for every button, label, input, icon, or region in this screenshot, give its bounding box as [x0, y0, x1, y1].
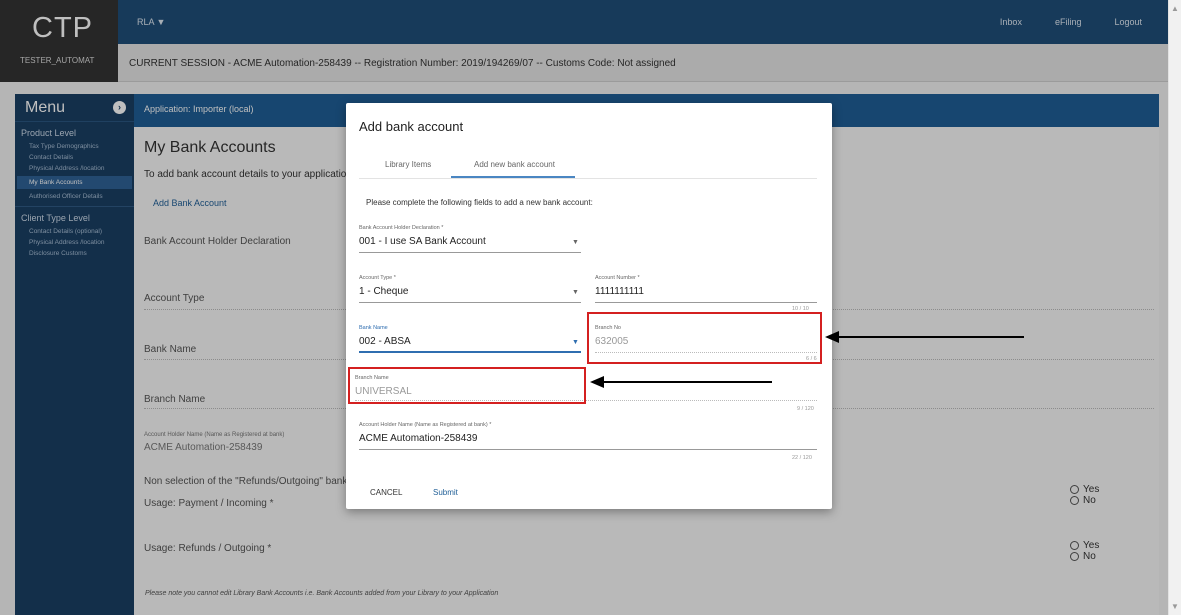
chevron-down-icon[interactable]: ▼ [572, 289, 579, 296]
branch-name-counter: 9 / 120 [797, 406, 814, 412]
arrow-left-icon [590, 376, 604, 388]
holder-declaration-select[interactable]: 001 - I use SA Bank Account [359, 236, 486, 247]
tab-library-items[interactable]: Library Items [385, 160, 431, 169]
holder-name-field-label: Account Holder Name (Name as Registered … [359, 422, 492, 428]
arrow-shaft [603, 381, 772, 383]
account-number-field-label: Account Number * [595, 275, 640, 281]
field-underline [359, 302, 581, 303]
field-underline [359, 252, 581, 253]
tab-add-new-bank-account[interactable]: Add new bank account [474, 160, 555, 169]
active-tab-indicator [451, 176, 575, 178]
holder-declaration-field-label: Bank Account Holder Declaration * [359, 225, 444, 231]
chevron-down-icon[interactable]: ▼ [572, 339, 579, 346]
account-number-input[interactable]: 1111111111 [595, 286, 644, 297]
holder-name-input[interactable]: ACME Automation-258439 [359, 433, 477, 444]
scroll-down-icon[interactable]: ▼ [1171, 602, 1179, 611]
field-underline [595, 302, 817, 303]
dialog-instructions: Please complete the following fields to … [366, 198, 593, 207]
dialog-tabs: Library Items Add new bank account [359, 153, 817, 179]
chevron-down-icon[interactable]: ▼ [572, 239, 579, 246]
add-bank-account-dialog: Add bank account Library Items Add new b… [346, 103, 832, 509]
page-scrollbar[interactable]: ▲ ▼ [1168, 0, 1181, 615]
holder-name-counter: 22 / 120 [792, 455, 812, 461]
bank-name-select[interactable]: 002 - ABSA [359, 336, 411, 347]
cancel-button[interactable]: CANCEL [370, 488, 402, 497]
scroll-up-icon[interactable]: ▲ [1171, 4, 1179, 13]
account-type-field-label: Account Type * [359, 275, 396, 281]
submit-button[interactable]: Submit [433, 488, 458, 497]
branch-no-highlight-box [587, 312, 822, 364]
bank-name-field-label: Bank Name [359, 325, 388, 331]
dialog-title: Add bank account [359, 119, 464, 134]
arrow-left-icon [825, 331, 839, 343]
field-underline [359, 449, 817, 450]
account-type-select[interactable]: 1 - Cheque [359, 286, 408, 297]
branch-name-highlight-box [348, 367, 586, 404]
field-underline-focused [359, 351, 581, 353]
arrow-shaft [838, 336, 1024, 338]
